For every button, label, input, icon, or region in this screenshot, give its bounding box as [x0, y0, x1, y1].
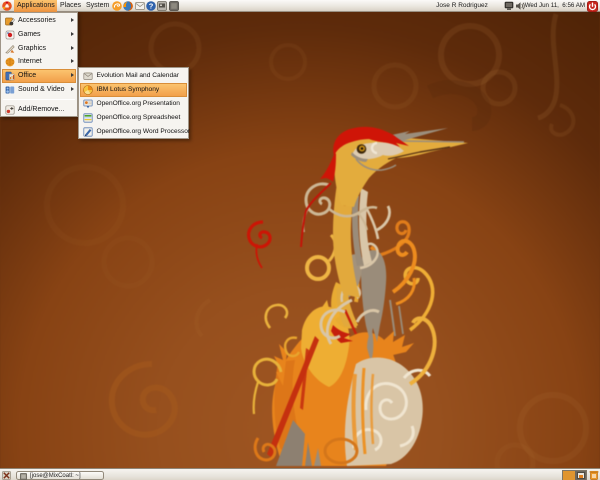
svg-text:?: ?	[149, 2, 154, 11]
